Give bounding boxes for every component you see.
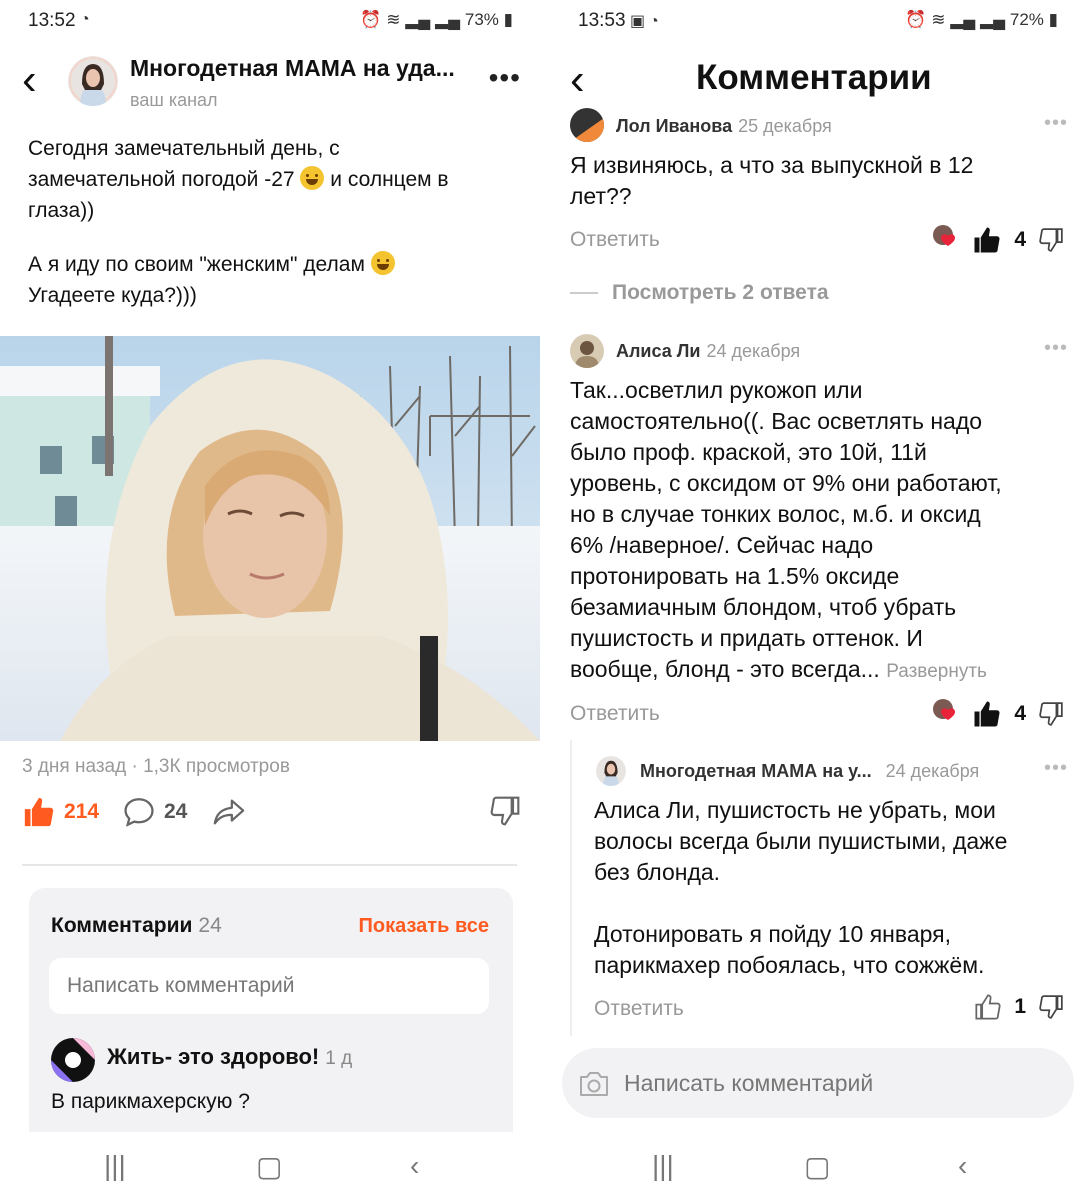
- more-options-icon[interactable]: •••: [489, 62, 521, 94]
- like-count: 4: [1014, 228, 1026, 251]
- comment-author[interactable]: Лол Иванова 25 декабря: [616, 116, 832, 137]
- comment-more-icon[interactable]: •••: [1044, 112, 1068, 135]
- thumbs-up-icon: [24, 797, 54, 827]
- home-icon[interactable]: ▢: [256, 1150, 282, 1183]
- status-bar: 13:53 ▣◔ ⏰ ≋ ▂▄ ▂▄ 72% ▮: [548, 8, 1088, 34]
- reply-more-icon[interactable]: •••: [1044, 757, 1068, 780]
- post-photo[interactable]: [0, 336, 540, 741]
- comment-text: Так...осветлил рукожоп или самостоятельн…: [570, 377, 1002, 682]
- comment-more-icon[interactable]: •••: [1044, 337, 1068, 360]
- nav-back-icon[interactable]: ‹: [410, 1150, 419, 1182]
- status-time: 13:52: [28, 10, 76, 31]
- comments-screen: 13:53 ▣◔ ⏰ ≋ ▂▄ ▂▄ 72% ▮ ‹ Комментарии Л…: [548, 0, 1088, 1200]
- replies-line: [570, 292, 598, 294]
- recent-apps-icon[interactable]: |||: [652, 1150, 674, 1182]
- system-nav-bar: ||| ▢ ‹: [548, 1132, 1088, 1200]
- reply-button[interactable]: Ответить: [594, 997, 684, 1021]
- sweat-smile-emoji-icon: [300, 166, 325, 190]
- like-button[interactable]: 214: [22, 795, 99, 829]
- thumbs-down-icon[interactable]: [1038, 994, 1064, 1020]
- home-icon[interactable]: ▢: [804, 1150, 830, 1183]
- thumbs-down-icon[interactable]: [1038, 701, 1064, 727]
- status-battery: ⏰ ≋ ▂▄ ▂▄ 73% ▮: [360, 10, 513, 29]
- like-count: 214: [64, 800, 100, 823]
- reply-button[interactable]: Ответить: [570, 702, 660, 726]
- reply-thread-line: [570, 740, 572, 1036]
- commenter-avatar[interactable]: [570, 108, 604, 142]
- comments-heading: Комментарии 24: [51, 914, 222, 937]
- comment-reactions: 4: [932, 224, 1064, 256]
- back-icon[interactable]: ‹: [22, 58, 37, 102]
- thumbs-up-icon[interactable]: [972, 699, 1002, 729]
- post-paragraph-1: Сегодня замечательный день, с замечатель…: [28, 137, 449, 222]
- comment-button[interactable]: 24: [122, 795, 187, 829]
- comment-input-placeholder: Написать комментарий: [624, 1070, 874, 1096]
- reply-author-avatar[interactable]: [596, 756, 626, 786]
- thumbs-up-icon[interactable]: [974, 993, 1002, 1021]
- status-time: 13:53: [578, 10, 626, 31]
- expand-link[interactable]: Развернуть: [886, 661, 987, 682]
- channel-avatar[interactable]: [68, 56, 118, 106]
- grin-emoji-icon: [370, 251, 395, 275]
- status-battery: ⏰ ≋ ▂▄ ▂▄ 72% ▮: [905, 10, 1058, 29]
- status-app-icons: ◔: [80, 11, 94, 28]
- like-count: 4: [1014, 702, 1026, 725]
- share-button[interactable]: [212, 795, 246, 829]
- like-count: 1: [1014, 995, 1026, 1018]
- reply-reactions: 1: [974, 993, 1064, 1021]
- reply-text: Алиса Ли, пушистость не убрать, мои воло…: [594, 797, 1008, 978]
- thumbs-down-icon: [490, 796, 520, 826]
- post-screen: 13:52 ◔ ⏰ ≋ ▂▄ ▂▄ 73% ▮ ‹ Многодетная МА…: [0, 0, 543, 1200]
- system-nav-bar: ||| ▢ ‹: [0, 1132, 543, 1200]
- post-meta: 3 дня назад · 1,3К просмотров: [22, 756, 290, 777]
- author-liked-icon: [932, 698, 960, 730]
- page-title: Комментарии: [696, 58, 932, 97]
- status-bar: 13:52 ◔ ⏰ ≋ ▂▄ ▂▄ 73% ▮: [0, 8, 543, 34]
- recent-apps-icon[interactable]: |||: [104, 1150, 126, 1182]
- dislike-button[interactable]: [489, 795, 521, 827]
- commenter-avatar[interactable]: [570, 334, 604, 368]
- commenter-name[interactable]: Жить- это здорово! 1 д: [107, 1044, 352, 1070]
- share-arrow-icon: [213, 799, 245, 825]
- thumbs-up-icon[interactable]: [972, 225, 1002, 255]
- comment-input[interactable]: Написать комментарий: [562, 1048, 1074, 1118]
- comment-bubble-icon: [124, 798, 154, 827]
- show-all-comments-link[interactable]: Показать все: [359, 915, 489, 938]
- status-app-icons: ▣◔: [630, 13, 663, 30]
- comment-text: В парикмахерскую ?: [51, 1090, 250, 1113]
- post-actions: 214 24: [22, 795, 521, 835]
- author-liked-icon: [932, 224, 960, 256]
- thumbs-down-icon[interactable]: [1038, 227, 1064, 253]
- comment-text: Я извиняюсь, а что за выпускной в 12 лет?…: [570, 152, 974, 209]
- view-replies-link[interactable]: Посмотреть 2 ответа: [570, 281, 829, 305]
- channel-subtitle: ваш канал: [130, 90, 218, 110]
- commenter-avatar[interactable]: [51, 1038, 95, 1082]
- reply-button[interactable]: Ответить: [570, 228, 660, 252]
- nav-back-icon[interactable]: ‹: [958, 1150, 967, 1182]
- back-icon[interactable]: ‹: [570, 58, 585, 102]
- post-paragraph-2: А я иду по своим "женским" делам Угадеет…: [28, 249, 518, 311]
- divider: [22, 864, 517, 866]
- channel-name[interactable]: Многодетная МАМА на уда...: [130, 55, 485, 82]
- comment-count: 24: [164, 800, 188, 823]
- comment-input[interactable]: Написать комментарий: [49, 958, 489, 1014]
- comments-preview: Комментарии 24 Показать все Написать комм…: [29, 888, 513, 1148]
- comment-reactions: 4: [932, 698, 1064, 730]
- reply-author[interactable]: Многодетная МАМА на у... 24 декабря: [640, 761, 979, 782]
- comment-author[interactable]: Алиса Ли 24 декабря: [616, 341, 800, 362]
- camera-icon[interactable]: [578, 1070, 610, 1098]
